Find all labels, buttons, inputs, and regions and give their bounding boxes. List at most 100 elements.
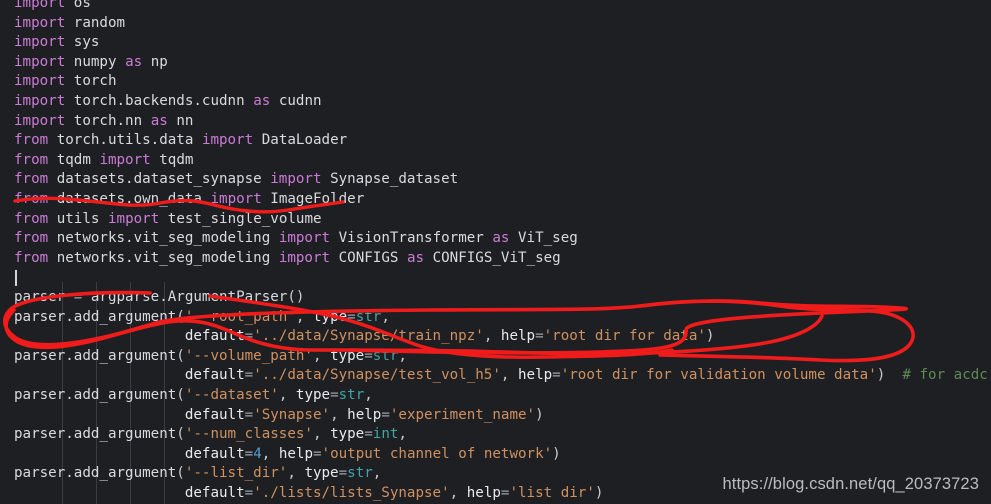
line-arg-volume-path-tok-5: = [364, 348, 373, 364]
line-parser-init-tok-5: () [287, 289, 304, 305]
line-from-dataset-synapse-tok-6: Synapse_dataset [330, 171, 458, 187]
line-arg-volume-path-default[interactable]: default='../data/Synapse/test_vol_h5', h… [14, 366, 991, 386]
line-import-numpy-tok-5 [142, 54, 151, 70]
line-import-cudnn-tok-1 [65, 93, 74, 109]
line-arg-root-path-tok-3: , [296, 309, 313, 325]
line-from-vit-seg-modeling-tok-8: as [492, 230, 509, 246]
line-arg-dataset-default-tok-2: = [245, 407, 254, 423]
line-import-numpy-tok-6: np [151, 54, 168, 70]
line-from-utils-tok-5 [159, 211, 168, 227]
line-import-cudnn-tok-6: cudnn [279, 93, 322, 109]
line-arg-list-dir-default-tok-2: = [245, 485, 254, 501]
line-arg-num-classes-tok-0: parser.add_argument [14, 426, 176, 442]
line-from-configs-tok-6: CONFIGS [339, 250, 399, 266]
line-from-dataloader-tok-5 [253, 132, 262, 148]
line-from-utils-tok-3 [99, 211, 108, 227]
line-arg-num-classes-default-tok-5: help [279, 446, 313, 462]
line-arg-list-dir-default-tok-5: help [467, 485, 501, 501]
line-arg-dataset-tok-3: , [279, 387, 296, 403]
line-arg-num-classes[interactable]: parser.add_argument('--num_classes', typ… [14, 425, 407, 445]
line-arg-volume-path-tok-7: , [398, 348, 407, 364]
line-arg-volume-path[interactable]: parser.add_argument('--volume_path', typ… [14, 347, 407, 367]
line-arg-volume-path-default-tok-0 [14, 367, 185, 383]
line-from-configs[interactable]: from networks.vit_seg_modeling import CO… [14, 249, 561, 269]
line-arg-volume-path-default-tok-3: '../data/Synapse/test_vol_h5' [253, 367, 501, 383]
line-arg-list-dir-default[interactable]: default='./lists/lists_Synapse', help='l… [14, 484, 603, 504]
line-import-nn-tok-4: as [151, 113, 168, 129]
line-import-sys[interactable]: import sys [14, 33, 99, 53]
line-import-numpy-tok-4: as [125, 54, 142, 70]
line-arg-num-classes-tok-3: , [313, 426, 330, 442]
line-arg-root-path-default-tok-2: = [245, 328, 254, 344]
line-import-os-tok-1 [65, 0, 74, 11]
line-arg-dataset[interactable]: parser.add_argument('--dataset', type=st… [14, 386, 373, 406]
line-import-os[interactable]: import os [14, 0, 91, 14]
line-arg-root-path-tok-5: = [347, 309, 356, 325]
line-import-random[interactable]: import random [14, 14, 125, 34]
line-arg-volume-path-tok-6: str [373, 348, 399, 364]
line-arg-volume-path-tok-3: , [313, 348, 330, 364]
line-from-vit-seg-modeling[interactable]: from networks.vit_seg_modeling import Vi… [14, 229, 578, 249]
line-parser-init-tok-4: argparse.ArgumentParser [91, 289, 287, 305]
code-editor-pane[interactable]: import osimport randomimport sysimport n… [0, 0, 991, 504]
line-from-own-data-tok-5 [262, 191, 271, 207]
line-arg-root-path-tok-1: ( [176, 309, 185, 325]
line-arg-list-dir[interactable]: parser.add_argument('--list_dir', type=s… [14, 464, 381, 484]
line-arg-root-path[interactable]: parser.add_argument('--root_path', type=… [14, 308, 390, 328]
line-arg-dataset-default[interactable]: default='Synapse', help='experiment_name… [14, 406, 544, 426]
line-arg-num-classes-default-tok-0 [14, 446, 185, 462]
line-arg-root-path-default[interactable]: default='../data/Synapse/train_npz', hel… [14, 327, 714, 347]
line-import-numpy-tok-1 [65, 54, 74, 70]
line-import-numpy-tok-2: numpy [74, 54, 117, 70]
line-arg-num-classes-tok-1: ( [176, 426, 185, 442]
line-import-cudnn-tok-2: torch.backends.cudnn [74, 93, 245, 109]
line-from-vit-seg-modeling-tok-0: from [14, 230, 48, 246]
line-arg-num-classes-default[interactable]: default=4, help='output channel of netwo… [14, 445, 561, 465]
line-arg-dataset-default-tok-5: help [347, 407, 381, 423]
line-arg-root-path-tok-2: '--root_path' [185, 309, 296, 325]
line-from-vit-seg-modeling-tok-1 [48, 230, 57, 246]
line-arg-list-dir-default-tok-8: ) [595, 485, 604, 501]
line-arg-list-dir-tok-4: type [304, 465, 338, 481]
line-arg-list-dir-tok-5: = [339, 465, 348, 481]
line-from-dataset-synapse[interactable]: from datasets.dataset_synapse import Syn… [14, 170, 458, 190]
line-from-dataset-synapse-tok-5 [322, 171, 331, 187]
line-from-utils[interactable]: from utils import test_single_volume [14, 210, 322, 230]
line-arg-dataset-default-tok-6: = [381, 407, 390, 423]
line-import-random-tok-2: random [74, 15, 125, 31]
line-from-dataset-synapse-tok-2: datasets.dataset_synapse [57, 171, 262, 187]
line-import-torch-tok-2: torch [74, 73, 117, 89]
line-import-random-tok-1 [65, 15, 74, 31]
line-arg-volume-path-default-tok-1: default [185, 367, 245, 383]
line-parser-init[interactable]: parser = argparse.ArgumentParser() [14, 288, 304, 308]
line-parser-init-tok-0: parser [14, 289, 65, 305]
line-from-configs-tok-8: as [407, 250, 424, 266]
line-parser-init-tok-1 [65, 289, 74, 305]
line-from-dataloader[interactable]: from torch.utils.data import DataLoader [14, 131, 347, 151]
line-import-numpy-tok-0: import [14, 54, 65, 70]
line-arg-dataset-default-tok-4: , [330, 407, 347, 423]
line-from-configs-tok-0: from [14, 250, 48, 266]
line-import-nn[interactable]: import torch.nn as nn [14, 112, 193, 132]
line-arg-dataset-default-tok-3: 'Synapse' [253, 407, 330, 423]
line-arg-dataset-default-tok-8: ) [535, 407, 544, 423]
line-from-tqdm[interactable]: from tqdm import tqdm [14, 151, 193, 171]
line-import-nn-tok-1 [65, 113, 74, 129]
line-from-dataset-synapse-tok-0: from [14, 171, 48, 187]
line-import-cudnn[interactable]: import torch.backends.cudnn as cudnn [14, 92, 322, 112]
line-arg-volume-path-default-tok-10: # for acdc volume_path=root_dir [902, 367, 991, 383]
line-arg-list-dir-tok-3: , [287, 465, 304, 481]
line-arg-volume-path-tok-1: ( [176, 348, 185, 364]
line-from-own-data[interactable]: from datasets.own_data import ImageFolde… [14, 190, 364, 210]
line-from-vit-seg-modeling-tok-6: VisionTransformer [339, 230, 484, 246]
line-from-dataloader-tok-1 [48, 132, 57, 148]
line-import-torch[interactable]: import torch [14, 72, 117, 92]
line-import-numpy-tok-3 [117, 54, 126, 70]
line-from-utils-tok-6: test_single_volume [168, 211, 322, 227]
line-arg-list-dir-default-tok-3: './lists/lists_Synapse' [253, 485, 449, 501]
line-import-numpy[interactable]: import numpy as np [14, 53, 168, 73]
line-arg-dataset-default-tok-7: 'experiment_name' [390, 407, 535, 423]
line-arg-dataset-tok-1: ( [176, 387, 185, 403]
line-from-tqdm-tok-0: from [14, 152, 48, 168]
line-from-dataloader-tok-2: torch.utils.data [57, 132, 194, 148]
